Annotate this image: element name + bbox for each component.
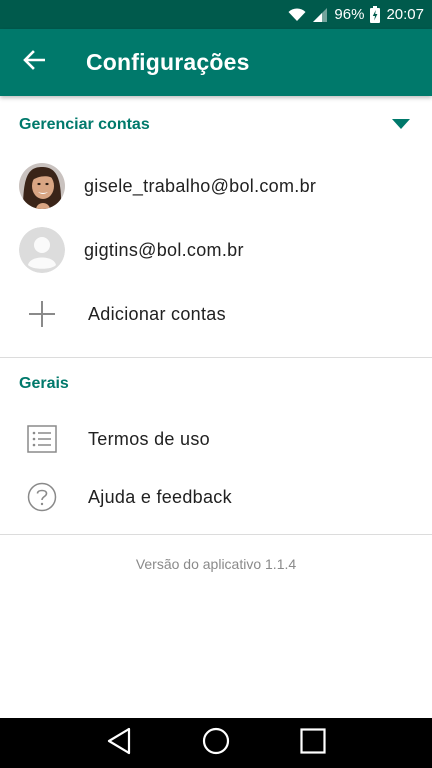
photo-avatar xyxy=(19,163,65,209)
system-nav-bar xyxy=(0,718,432,768)
triangle-down-icon[interactable] xyxy=(392,116,410,134)
help-feedback-label: Ajuda e feedback xyxy=(88,486,232,507)
manage-accounts-label: Gerenciar contas xyxy=(19,116,150,133)
general-label: Gerais xyxy=(19,375,69,392)
account-item[interactable]: gisele_trabalho@bol.com.br xyxy=(0,154,432,218)
add-account-button[interactable]: Adicionar contas xyxy=(0,282,432,346)
nav-recents-button[interactable] xyxy=(291,721,335,765)
status-bar: 96% 20:07 xyxy=(0,0,432,29)
terms-of-use-item[interactable]: Termos de uso xyxy=(0,410,432,468)
section-divider xyxy=(0,534,432,535)
list-icon xyxy=(19,425,65,453)
help-icon xyxy=(19,482,65,512)
nav-home-button[interactable] xyxy=(194,721,238,765)
status-time: 20:07 xyxy=(386,6,424,23)
wifi-icon xyxy=(288,7,306,22)
nav-recents-icon xyxy=(300,727,326,759)
account-item[interactable]: gigtins@bol.com.br xyxy=(0,218,432,282)
account-email: gisele_trabalho@bol.com.br xyxy=(84,175,317,196)
page-title: Configurações xyxy=(86,49,250,75)
app-version-text: Versão do aplicativo 1.1.4 xyxy=(135,556,297,572)
terms-of-use-label: Termos de uso xyxy=(88,428,210,449)
default-avatar xyxy=(19,227,65,273)
nav-back-button[interactable] xyxy=(97,721,141,765)
arrow-back-icon xyxy=(23,50,46,75)
settings-content: Gerenciar contas gisele_trabalho@bol.com… xyxy=(0,96,432,572)
add-account-label: Adicionar contas xyxy=(88,303,226,324)
back-button[interactable] xyxy=(0,29,68,96)
nav-back-icon xyxy=(106,727,132,760)
manage-accounts-header[interactable]: Gerenciar contas xyxy=(0,96,432,154)
help-feedback-item[interactable]: Ajuda e feedback xyxy=(0,468,432,526)
account-email: gigtins@bol.com.br xyxy=(84,239,244,260)
cellular-signal-icon xyxy=(312,7,328,23)
general-header: Gerais xyxy=(0,358,432,410)
app-bar: Configurações xyxy=(0,29,432,96)
plus-icon xyxy=(19,300,65,328)
battery-charging-icon xyxy=(370,6,381,23)
battery-percent: 96% xyxy=(334,6,365,23)
nav-home-icon xyxy=(202,727,230,760)
